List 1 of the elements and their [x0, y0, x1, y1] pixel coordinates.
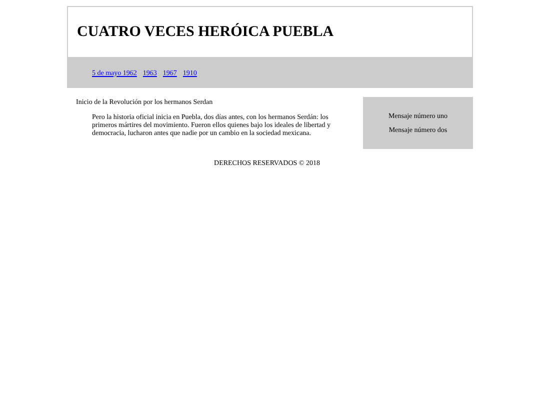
page-title: CUATRO VECES HERÓICA PUEBLA: [77, 22, 334, 42]
